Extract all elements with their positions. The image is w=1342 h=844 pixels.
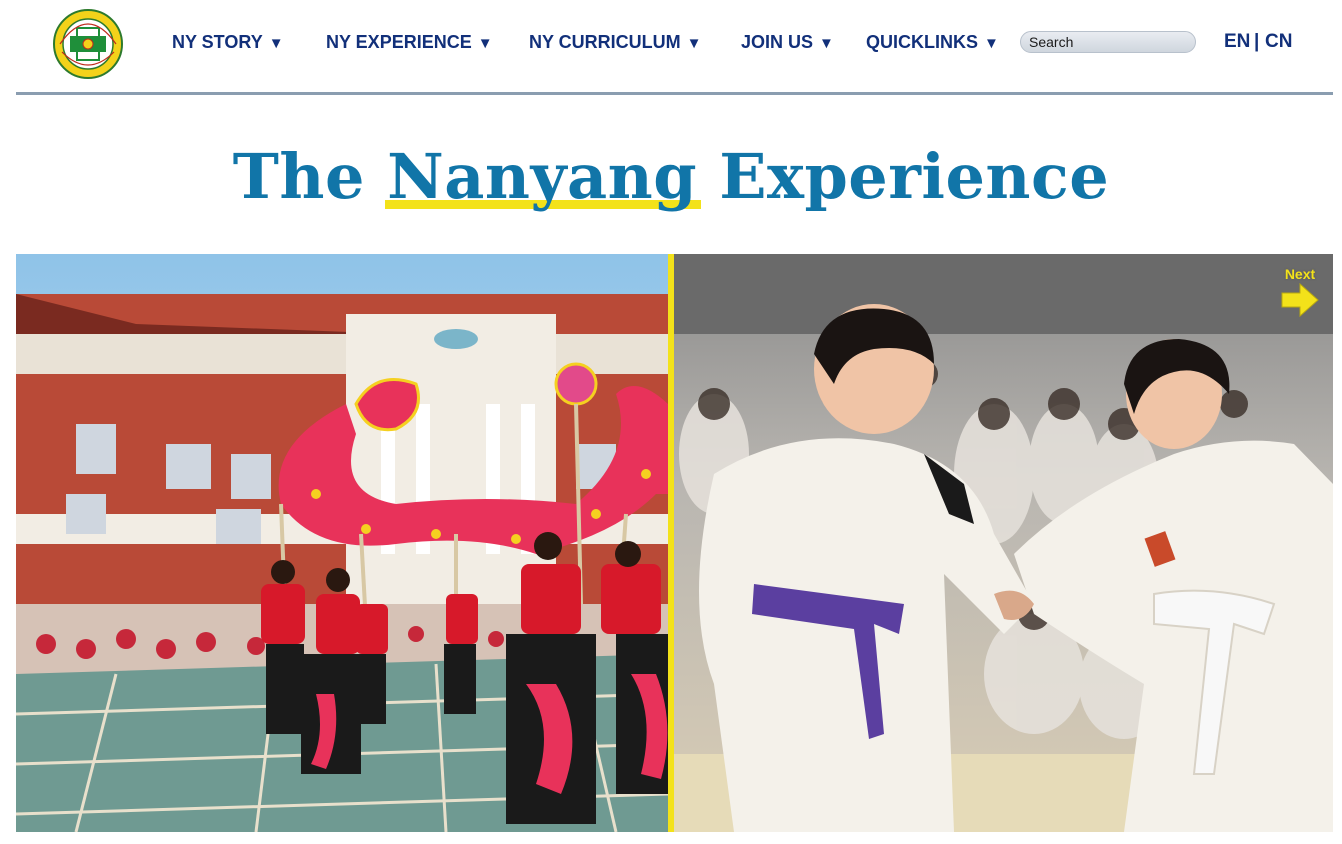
school-crest-logo[interactable] bbox=[52, 8, 124, 80]
search-input[interactable] bbox=[1020, 31, 1196, 53]
nav-item-ny-experience[interactable]: NY EXPERIENCE ▼ bbox=[326, 28, 493, 58]
nav-item-ny-curriculum[interactable]: NY CURRICULUM ▼ bbox=[529, 28, 702, 58]
caret-down-icon: ▼ bbox=[268, 35, 284, 52]
nav-item-quicklinks[interactable]: QUICKLINKS ▼ bbox=[866, 28, 999, 58]
judo-match-photo[interactable] bbox=[674, 254, 1333, 832]
header-divider bbox=[16, 92, 1333, 95]
nav-label: JOIN US bbox=[741, 32, 814, 52]
caret-down-icon: ▼ bbox=[819, 35, 834, 52]
lang-en-link[interactable]: EN bbox=[1224, 30, 1250, 54]
caret-down-icon: ▼ bbox=[984, 35, 999, 52]
title-post: Experience bbox=[719, 140, 1110, 213]
nav-label: NY EXPERIENCE bbox=[326, 32, 472, 52]
nav-label: NY CURRICULUM bbox=[529, 32, 681, 52]
title-highlight: Nanyang bbox=[385, 140, 702, 213]
nav-label: QUICKLINKS bbox=[866, 32, 978, 52]
nav-item-join-us[interactable]: JOIN US ▼ bbox=[741, 28, 834, 58]
caret-down-icon: ▼ bbox=[477, 35, 493, 52]
lang-cn-link[interactable]: CN bbox=[1265, 30, 1292, 54]
judo-match-image bbox=[674, 254, 1333, 832]
arrow-right-icon bbox=[1281, 282, 1319, 318]
site-header: NY STORY ▼ NY EXPERIENCE ▼ NY CURRICULUM ▼ … bbox=[0, 0, 1342, 95]
next-slide-button[interactable]: Next bbox=[1278, 266, 1322, 322]
nav-label: NY STORY bbox=[172, 32, 263, 52]
caret-down-icon: ▼ bbox=[686, 35, 702, 52]
next-label: Next bbox=[1284, 266, 1316, 282]
nav-item-ny-story[interactable]: NY STORY ▼ bbox=[172, 28, 284, 58]
hero-title-wrap: The Nanyang Experience bbox=[0, 140, 1342, 213]
title-pre: The bbox=[232, 140, 365, 213]
lang-separator: | bbox=[1254, 31, 1260, 52]
dragon-dance-photo[interactable] bbox=[16, 254, 668, 832]
dragon-dance-image bbox=[16, 254, 668, 832]
photo-gallery bbox=[16, 254, 1333, 832]
page-title: The Nanyang Experience bbox=[233, 140, 1109, 213]
